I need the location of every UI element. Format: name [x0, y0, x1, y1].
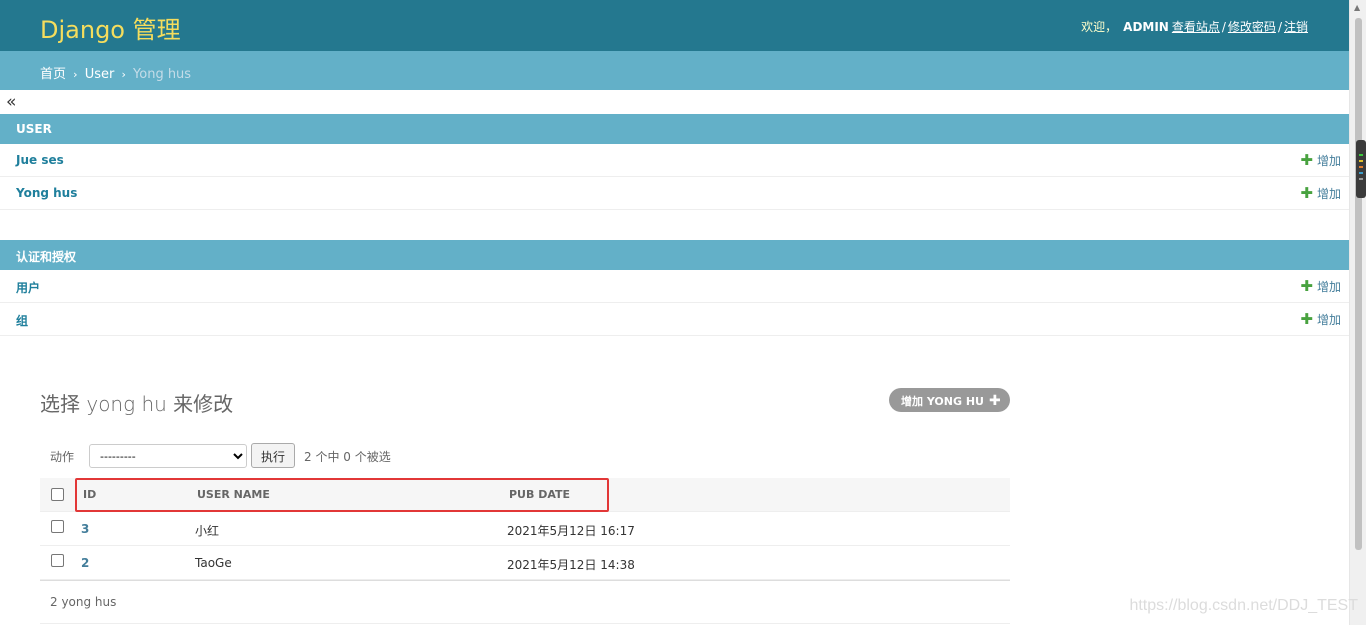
add-label: 增加 — [1316, 313, 1341, 327]
row-id-link[interactable]: 3 — [81, 522, 89, 536]
plus-icon: ✚ — [988, 393, 1001, 409]
actions-label: 动作 — [50, 450, 75, 464]
breadcrumb: 首页 › User › Yong hus — [0, 51, 1349, 90]
model-row: 组 ✚ 增加 — [0, 303, 1349, 336]
add-link[interactable]: ✚ 增加 — [1300, 311, 1341, 328]
model-link-users[interactable]: 用户 — [16, 279, 40, 296]
module-caption[interactable]: 认证和授权 — [0, 240, 1349, 270]
result-count: 2 yong hus — [50, 595, 117, 609]
table-row: 3 小红 2021年5月12日 16:17 — [40, 512, 1010, 546]
add-label: 增加 — [1316, 280, 1341, 294]
row-checkbox[interactable] — [51, 554, 64, 567]
add-link[interactable]: ✚ 增加 — [1300, 152, 1341, 169]
breadcrumb-app[interactable]: User — [85, 67, 115, 82]
model-row: Yong hus ✚ 增加 — [0, 177, 1349, 210]
row-pub-date: 2021年5月12日 14:38 — [507, 558, 635, 572]
model-row: Jue ses ✚ 增加 — [0, 144, 1349, 177]
plus-icon: ✚ — [1300, 151, 1313, 169]
add-label: 增加 — [1316, 187, 1341, 201]
add-button-label: 增加 YONG HU — [901, 395, 984, 408]
paginator: 2 yong hus — [40, 580, 1010, 624]
row-pub-date: 2021年5月12日 16:17 — [507, 524, 635, 538]
app-module-auth: 认证和授权 用户 ✚ 增加 组 ✚ 增加 — [0, 240, 1349, 336]
add-label: 增加 — [1316, 154, 1341, 168]
row-user-name: 小红 — [195, 524, 220, 538]
page-title: 选择 yong hu 来修改 — [40, 392, 234, 416]
breadcrumb-current: Yong hus — [133, 67, 192, 82]
separator: / — [1277, 20, 1282, 34]
plus-icon: ✚ — [1300, 277, 1313, 295]
plus-icon: ✚ — [1300, 184, 1313, 202]
actions-bar: 动作 --------- 执行 2 个中 0 个被选 — [40, 440, 1010, 478]
row-checkbox[interactable] — [51, 520, 64, 533]
side-widget-icon[interactable] — [1356, 140, 1366, 198]
breadcrumb-separator: › — [73, 68, 78, 81]
user-tools: 欢迎， ADMIN 查看站点 / 修改密码 / 注销 — [1081, 18, 1308, 35]
add-link[interactable]: ✚ 增加 — [1300, 278, 1341, 295]
select-all-checkbox[interactable] — [51, 488, 64, 501]
logout-link[interactable]: 注销 — [1284, 20, 1308, 34]
breadcrumb-separator: › — [121, 68, 126, 81]
site-brand[interactable]: Django 管理 — [40, 10, 181, 45]
table-header: ID USER NAME PUB DATE — [40, 478, 1010, 512]
column-header-id[interactable]: ID — [83, 488, 96, 501]
vertical-scrollbar[interactable]: ▲ — [1349, 0, 1366, 625]
separator: / — [1221, 20, 1226, 34]
scrollbar-thumb[interactable] — [1355, 18, 1362, 550]
welcome-text: 欢迎， — [1081, 20, 1118, 34]
selection-counter: 2 个中 0 个被选 — [304, 450, 391, 464]
plus-icon: ✚ — [1300, 310, 1313, 328]
add-yong-hu-button[interactable]: 增加 YONG HU ✚ — [889, 388, 1010, 412]
model-link-yong-hus[interactable]: Yong hus — [16, 186, 77, 200]
change-password-link[interactable]: 修改密码 — [1228, 20, 1276, 34]
action-select[interactable]: --------- — [89, 444, 247, 468]
breadcrumb-home[interactable]: 首页 — [40, 67, 66, 82]
username: ADMIN — [1123, 20, 1169, 34]
row-user-name: TaoGe — [195, 556, 232, 570]
row-id-link[interactable]: 2 — [81, 556, 89, 570]
nav-sidebar-toggle-button[interactable]: « — [6, 92, 16, 112]
module-caption[interactable]: USER — [0, 114, 1349, 144]
go-button[interactable]: 执行 — [251, 443, 295, 468]
watermark-text: https://blog.csdn.net/DDJ_TEST — [1129, 597, 1358, 614]
view-site-link[interactable]: 查看站点 — [1172, 20, 1220, 34]
table-row: 2 TaoGe 2021年5月12日 14:38 — [40, 546, 1010, 580]
model-link-jue-ses[interactable]: Jue ses — [16, 153, 64, 167]
site-header: Django 管理 欢迎， ADMIN 查看站点 / 修改密码 / 注销 — [0, 0, 1349, 51]
column-header-pub-date[interactable]: PUB DATE — [509, 488, 570, 501]
model-row: 用户 ✚ 增加 — [0, 270, 1349, 303]
column-header-user-name[interactable]: USER NAME — [197, 488, 270, 501]
model-link-groups[interactable]: 组 — [16, 312, 28, 329]
app-module-user: USER Jue ses ✚ 增加 Yong hus ✚ 增加 — [0, 114, 1349, 210]
scroll-up-arrow-icon[interactable]: ▲ — [1354, 3, 1360, 12]
add-link[interactable]: ✚ 增加 — [1300, 185, 1341, 202]
